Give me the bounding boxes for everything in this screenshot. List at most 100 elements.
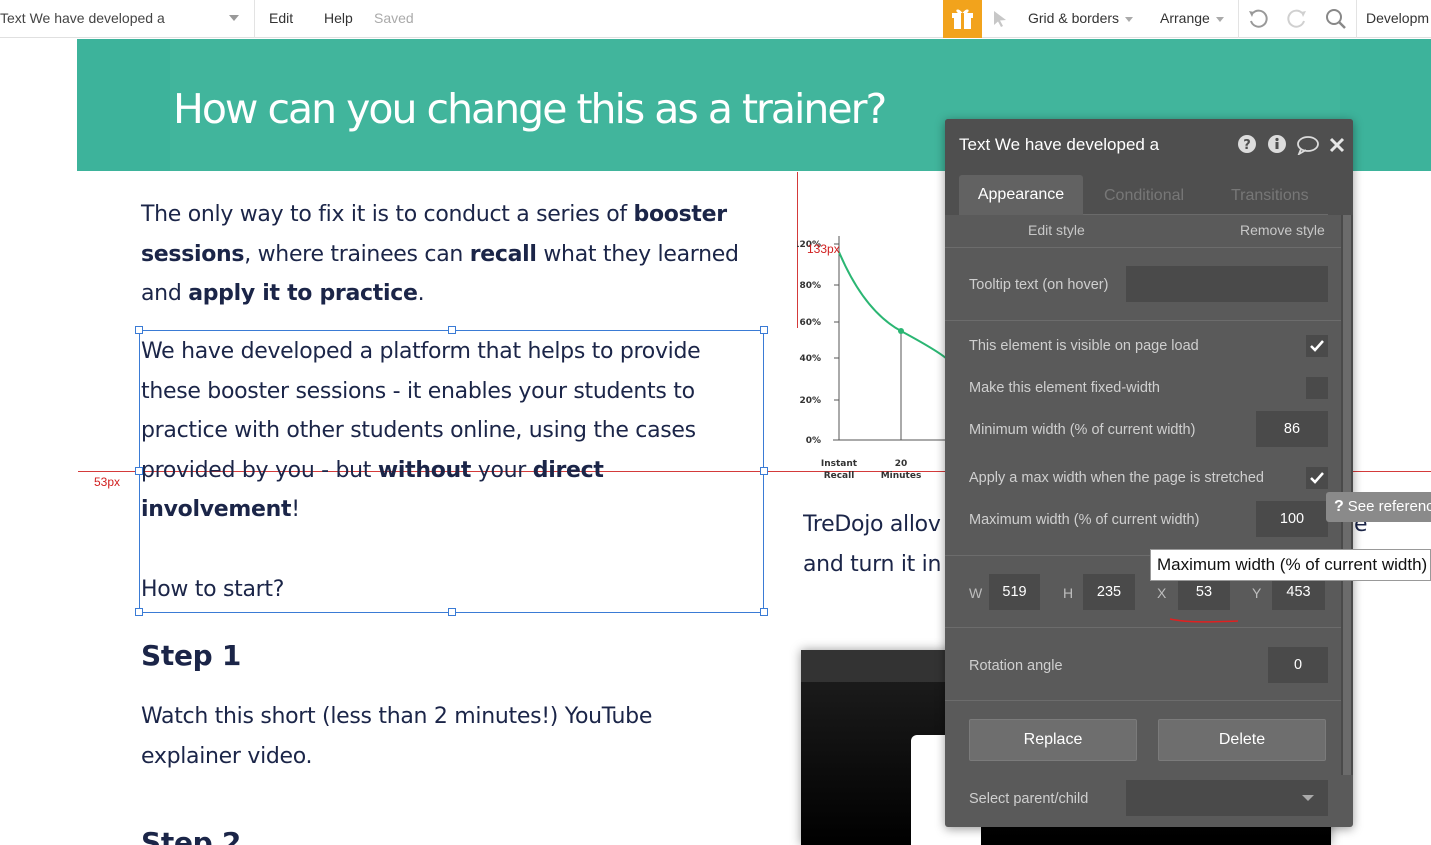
max-width-label: Maximum width (% of current width): [969, 512, 1200, 528]
x-tick-label: 20: [895, 459, 908, 469]
element-selector-label: Text We have developed a: [0, 10, 165, 26]
resize-handle-n[interactable]: [448, 326, 456, 334]
chevron-down-icon: [1125, 16, 1134, 22]
chevron-down-icon: [1302, 795, 1314, 801]
panel-header[interactable]: Text We have developed a ?: [945, 119, 1353, 169]
visible-on-load-checkbox[interactable]: [1306, 335, 1328, 357]
svg-text:?: ?: [1243, 138, 1251, 153]
forgetting-curve-chart[interactable]: 120%80%60%40%20%0%InstantRecall20Minutes: [797, 228, 947, 488]
min-width-label: Minimum width (% of current width): [969, 422, 1196, 438]
max-width-tooltip: Maximum width (% of current width): [1150, 549, 1431, 581]
rotation-angle-input[interactable]: 0: [1268, 647, 1328, 683]
delete-button[interactable]: Delete: [1158, 719, 1326, 761]
arrange-menu[interactable]: Arrange: [1160, 10, 1224, 26]
tab-conditional[interactable]: Conditional: [1104, 187, 1184, 205]
tredojo-paragraph[interactable]: TreDojo allov and turn it in: [803, 505, 953, 584]
section-divider: [945, 627, 1341, 628]
max-width-input[interactable]: 100: [1256, 501, 1328, 537]
y-tick-label: 0%: [806, 436, 821, 446]
toolbar-divider: [1238, 0, 1239, 38]
width-input[interactable]: 519: [989, 574, 1040, 610]
element-selector-dropdown[interactable]: Text We have developed a: [0, 0, 255, 38]
question-mark-icon: ?: [1334, 498, 1344, 515]
height-input[interactable]: 235: [1083, 574, 1135, 610]
checkmark-icon: [1310, 340, 1324, 352]
top-distance-label: 133px: [807, 242, 840, 256]
gift-button[interactable]: [943, 0, 982, 38]
remove-style-link[interactable]: Remove style: [1240, 222, 1325, 238]
step1-description[interactable]: Watch this short (less than 2 minutes!) …: [141, 697, 741, 776]
saved-status: Saved: [374, 10, 414, 26]
tooltip-text-input[interactable]: [1126, 266, 1328, 302]
edit-style-link[interactable]: Edit style: [1028, 222, 1085, 238]
x-tick-label: Recall: [824, 471, 855, 481]
y-tick-label: 40%: [799, 354, 821, 364]
apply-max-width-checkbox[interactable]: [1306, 467, 1328, 489]
tab-appearance[interactable]: Appearance: [959, 175, 1083, 215]
tab-underline: [1083, 214, 1328, 215]
hero-title[interactable]: How can you change this as a trainer?: [173, 85, 887, 133]
info-icon[interactable]: [1267, 134, 1287, 154]
y-tick-label: 60%: [799, 318, 821, 328]
visible-on-load-label: This element is visible on page load: [969, 338, 1199, 354]
tab-transitions[interactable]: Transitions: [1231, 187, 1309, 205]
toolbar-divider: [1356, 0, 1357, 38]
red-underline-annotation: [1169, 618, 1239, 623]
resize-handle-w[interactable]: [135, 467, 143, 475]
top-toolbar: Text We have developed a Edit Help Saved…: [0, 0, 1431, 38]
select-parent-child-dropdown[interactable]: [1126, 780, 1328, 816]
selection-outline: [139, 330, 764, 613]
x-label: X: [1157, 585, 1167, 601]
comment-icon[interactable]: [1296, 135, 1320, 155]
min-width-input[interactable]: 86: [1256, 411, 1328, 447]
editor-canvas: Text We have developed a Edit Help Saved…: [0, 0, 1431, 845]
search-icon[interactable]: [1325, 8, 1347, 30]
step2-heading[interactable]: Step 2: [141, 823, 241, 845]
redo-icon[interactable]: [1286, 8, 1308, 30]
resize-handle-ne[interactable]: [760, 326, 768, 334]
help-icon[interactable]: ?: [1237, 134, 1257, 154]
y-tick-label: 20%: [799, 396, 821, 406]
close-icon[interactable]: [1329, 137, 1345, 153]
pointer-cursor-icon[interactable]: [992, 10, 1008, 28]
panel-tabs: Appearance Conditional Transitions: [945, 169, 1353, 215]
x-tick-label: Minutes: [881, 471, 922, 481]
grid-borders-menu[interactable]: Grid & borders: [1028, 10, 1134, 26]
undo-icon[interactable]: [1247, 8, 1269, 30]
checkmark-icon: [1310, 472, 1324, 484]
chevron-down-icon: [1215, 16, 1224, 22]
width-label: W: [969, 585, 983, 601]
help-menu[interactable]: Help: [324, 10, 353, 26]
forgetting-curve-line: [838, 251, 947, 360]
property-editor-panel: Text We have developed a ? Appearance Co…: [945, 119, 1353, 827]
replace-button[interactable]: Replace: [969, 719, 1137, 761]
see-reference-button[interactable]: ?See reference: [1326, 492, 1431, 522]
development-version-menu[interactable]: Developm: [1366, 10, 1429, 26]
section-divider: [945, 320, 1341, 321]
resize-handle-se[interactable]: [760, 608, 768, 616]
tooltip-text-label: Tooltip text (on hover): [969, 277, 1109, 293]
section-divider: [945, 247, 1341, 248]
y-tick-label: 80%: [799, 281, 821, 291]
y-label: Y: [1252, 585, 1262, 601]
rotation-angle-label: Rotation angle: [969, 658, 1063, 674]
resize-handle-e[interactable]: [760, 467, 768, 475]
intro-paragraph[interactable]: The only way to fix it is to conduct a s…: [141, 195, 761, 314]
panel-title: Text We have developed a: [959, 135, 1160, 154]
resize-handle-sw[interactable]: [135, 608, 143, 616]
resize-handle-s[interactable]: [448, 608, 456, 616]
fixed-width-checkbox[interactable]: [1306, 377, 1328, 399]
x-tick-label: Instant: [821, 459, 858, 469]
gift-icon: [952, 9, 973, 29]
chevron-down-icon: [229, 15, 239, 21]
data-point: [898, 327, 904, 334]
left-distance-label: 53px: [94, 475, 121, 489]
apply-max-width-label: Apply a max width when the page is stret…: [969, 470, 1264, 486]
step1-heading[interactable]: Step 1: [141, 636, 241, 676]
select-parent-child-label: Select parent/child: [969, 791, 1089, 807]
fixed-width-label: Make this element fixed-width: [969, 380, 1160, 396]
resize-handle-nw[interactable]: [135, 326, 143, 334]
edit-menu[interactable]: Edit: [269, 10, 293, 26]
section-divider: [945, 700, 1341, 701]
height-label: H: [1063, 585, 1074, 601]
